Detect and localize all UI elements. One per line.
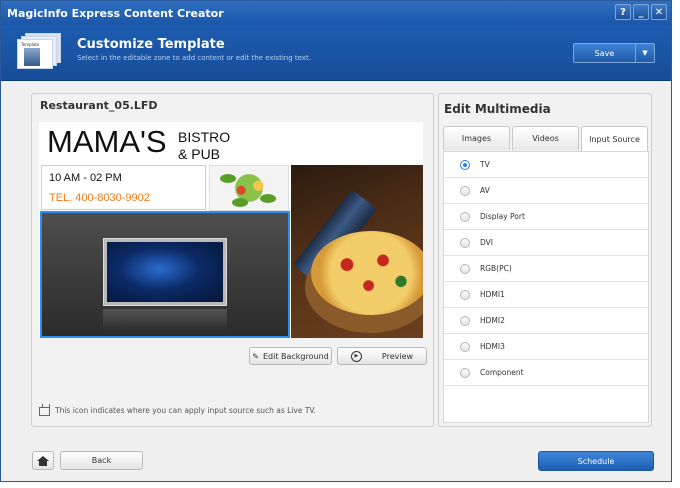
input-source-zone[interactable]	[40, 211, 290, 338]
template-thumbnail-icon: Template	[17, 33, 63, 71]
tab-videos[interactable]: Videos	[512, 126, 579, 150]
info-text-zone[interactable]: 10 AM - 02 PM TEL. 400-8030-9902	[41, 165, 206, 210]
radio-button[interactable]	[460, 159, 470, 170]
radio-button[interactable]	[460, 341, 470, 352]
back-button[interactable]: Back	[60, 451, 143, 470]
page-header: Template Customize Template Select in th…	[1, 25, 671, 81]
pizza-image-zone[interactable]	[291, 165, 423, 338]
template-file-name: Restaurant_05.LFD	[40, 99, 158, 112]
minimize-icon[interactable]: _	[633, 4, 649, 20]
radio-button[interactable]	[460, 289, 470, 300]
save-button[interactable]: Save ▼	[573, 43, 655, 63]
tab-input-source[interactable]: Input Source	[581, 126, 648, 151]
source-label: Display Port	[480, 212, 525, 221]
page-subtitle: Select in the editable zone to add conte…	[77, 54, 311, 62]
edit-background-label: Edit Background	[262, 351, 329, 361]
source-item-tv[interactable]: TV	[444, 152, 648, 178]
radio-button[interactable]	[460, 237, 470, 248]
input-source-list: TV AV Display Port DVI RGB(PC) HDMI1 HDM…	[443, 151, 649, 423]
tv-image	[103, 238, 227, 306]
chevron-down-icon[interactable]: ▼	[636, 44, 654, 62]
template-panel: Restaurant_05.LFD MAMA'S BISTRO & PUB 10…	[31, 93, 434, 427]
input-source-note: This icon indicates where you can apply …	[39, 404, 316, 416]
radio-button[interactable]	[460, 315, 470, 326]
edit-background-button[interactable]: ✎ Edit Background	[249, 347, 332, 365]
radio-button[interactable]	[460, 185, 470, 196]
source-label: HDMI2	[480, 316, 505, 325]
app-window: MagicInfo Express Content Creator ? _ ✕ …	[0, 0, 672, 482]
title-bar: MagicInfo Express Content Creator ? _ ✕	[1, 1, 671, 25]
play-icon: ▶	[350, 350, 362, 362]
help-icon[interactable]: ?	[615, 4, 631, 20]
source-label: HDMI3	[480, 342, 505, 351]
source-label: Component	[480, 368, 524, 377]
source-label: TV	[480, 160, 490, 169]
subhead-line-2: & PUB	[178, 146, 221, 162]
source-item-hdmi3[interactable]: HDMI3	[444, 334, 648, 360]
window-title: MagicInfo Express Content Creator	[7, 6, 224, 20]
phone-text: TEL. 400-8030-9902	[49, 192, 150, 204]
template-canvas[interactable]: MAMA'S BISTRO & PUB 10 AM - 02 PM TEL. 4…	[39, 122, 423, 338]
radio-button[interactable]	[460, 263, 470, 274]
salad-image-zone[interactable]	[209, 165, 289, 211]
source-item-rgb-pc[interactable]: RGB(PC)	[444, 256, 648, 282]
headline-text-zone[interactable]: MAMA'S	[47, 124, 167, 160]
home-icon	[37, 456, 49, 466]
subhead-text-zone[interactable]: BISTRO & PUB	[178, 129, 230, 163]
thumbnail-label: Template	[21, 42, 40, 47]
source-item-display-port[interactable]: Display Port	[444, 204, 648, 230]
note-text: This icon indicates where you can apply …	[55, 406, 316, 415]
source-label: RGB(PC)	[480, 264, 512, 273]
preview-label: Preview	[381, 351, 414, 361]
source-item-av[interactable]: AV	[444, 178, 648, 204]
pencil-icon: ✎	[252, 351, 259, 361]
radio-button[interactable]	[460, 367, 470, 378]
page-title: Customize Template	[77, 37, 225, 52]
preview-button[interactable]: ▶ Preview	[337, 347, 427, 365]
tab-images[interactable]: Images	[443, 126, 510, 150]
edit-multimedia-panel: Edit Multimedia Images Videos Input Sour…	[438, 93, 652, 427]
home-button[interactable]	[32, 451, 54, 470]
source-label: AV	[480, 186, 490, 195]
source-item-dvi[interactable]: DVI	[444, 230, 648, 256]
panel-title: Edit Multimedia	[444, 102, 551, 116]
source-item-hdmi2[interactable]: HDMI2	[444, 308, 648, 334]
multimedia-tabs: Images Videos Input Source	[443, 126, 648, 151]
source-item-hdmi1[interactable]: HDMI1	[444, 282, 648, 308]
tv-icon	[39, 404, 50, 416]
window-controls: ? _ ✕	[615, 4, 667, 20]
source-item-component[interactable]: Component	[444, 360, 648, 386]
schedule-button[interactable]: Schedule	[538, 451, 654, 471]
hours-text: 10 AM - 02 PM	[49, 172, 122, 184]
source-label: DVI	[480, 238, 493, 247]
subhead-line-1: BISTRO	[178, 129, 231, 145]
save-button-label[interactable]: Save	[574, 44, 636, 62]
radio-button[interactable]	[460, 211, 470, 222]
close-icon[interactable]: ✕	[651, 4, 667, 20]
source-label: HDMI1	[480, 290, 505, 299]
